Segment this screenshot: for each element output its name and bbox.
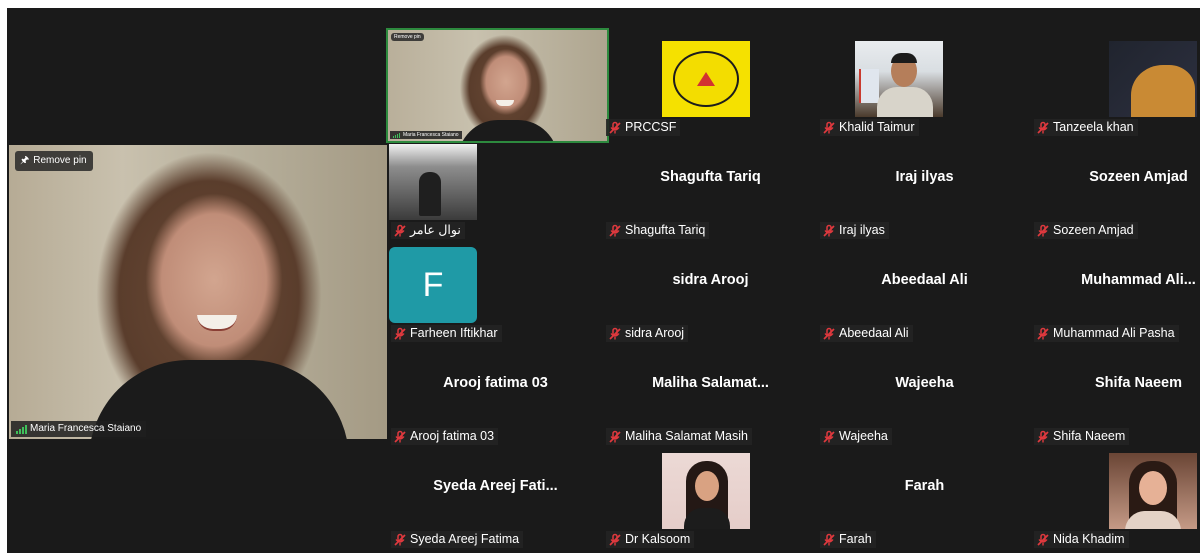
participant-tile[interactable]: Abeedaal Ali Abeedaal Ali: [818, 234, 1031, 342]
mic-muted-icon: [393, 533, 407, 547]
participant-display-name: Iraj ilyas: [895, 169, 954, 185]
participant-tile[interactable]: sidra Arooj sidra Arooj: [604, 234, 817, 342]
participant-tile[interactable]: Sozeen Amjad Sozeen Amjad: [1032, 131, 1200, 239]
pinned-video[interactable]: 🖈 Remove pin Maria Francesca Staiano: [9, 145, 387, 439]
participant-name-tag: Nida Khadim: [1034, 531, 1129, 548]
participant-tile[interactable]: Wajeeha Wajeeha: [818, 337, 1031, 445]
participant-tile[interactable]: Shifa Naeem Shifa Naeem: [1032, 337, 1200, 445]
speaker-smile: [496, 100, 514, 106]
speaker-smile: [197, 315, 237, 331]
participant-display-name: Maliha Salamat...: [652, 375, 769, 391]
participant-name: Farah: [839, 532, 872, 546]
participant-display-name: Farah: [904, 478, 945, 494]
participant-video: [662, 41, 750, 117]
participant-tile[interactable]: Maliha Salamat... Maliha Salamat Masih: [604, 337, 817, 445]
participant-video: [1109, 453, 1197, 529]
participant-tile[interactable]: F Farheen Iftikhar: [389, 234, 602, 342]
remove-pin-button[interactable]: Remove pin: [391, 33, 424, 41]
participant-video: [1109, 41, 1197, 117]
participant-tile[interactable]: نوال عامر: [389, 131, 602, 239]
participant-display-name: Sozeen Amjad: [1089, 169, 1188, 185]
participant-tile[interactable]: PRCCSF: [604, 28, 817, 136]
participant-display-name: Syeda Areej Fati...: [433, 478, 558, 494]
participant-tile[interactable]: Nida Khadim: [1032, 440, 1200, 548]
speaker-name: Maria Francesca Staiano: [30, 423, 142, 434]
participant-name: Syeda Areej Fatima: [410, 532, 520, 546]
participant-name-tag: Dr Kalsoom: [606, 531, 695, 548]
participant-name-tag: Farah: [820, 531, 876, 548]
remove-pin-label: Remove pin: [33, 155, 87, 166]
signal-strength-icon: [16, 424, 27, 434]
speaker-name-tag: Maria Francesca Staiano: [11, 421, 147, 437]
participant-video: [855, 41, 943, 117]
participant-tile[interactable]: Syeda Areej Fati... Syeda Areej Fatima: [389, 440, 602, 548]
participant-tile[interactable]: Muhammad Ali... Muhammad Ali Pasha: [1032, 234, 1200, 342]
participant-tile[interactable]: Dr Kalsoom: [604, 440, 817, 548]
participant-display-name: Wajeeha: [895, 375, 954, 391]
participant-name: Dr Kalsoom: [625, 532, 691, 546]
participant-tile[interactable]: Farah Farah: [818, 440, 1031, 548]
mic-muted-icon: [608, 533, 622, 547]
meeting-window: 🖈 Remove pin Maria Francesca Staiano Rem…: [7, 8, 1200, 553]
participant-tile[interactable]: Tanzeela khan: [1032, 28, 1200, 136]
participant-avatar: F: [389, 247, 477, 323]
participant-display-name: Shagufta Tariq: [660, 169, 761, 185]
remove-pin-label: Remove pin: [394, 34, 421, 40]
mic-muted-icon: [1036, 533, 1050, 547]
participant-tile[interactable]: Khalid Taimur: [818, 28, 1031, 136]
participant-tile[interactable]: Iraj ilyas Iraj ilyas: [818, 131, 1031, 239]
participant-name-tag: Syeda Areej Fatima: [391, 531, 524, 548]
participant-video: [389, 144, 477, 220]
participant-display-name: Arooj fatima 03: [443, 375, 548, 391]
mic-muted-icon: [822, 533, 836, 547]
participant-display-name: sidra Arooj: [672, 272, 749, 288]
participant-video: [662, 453, 750, 529]
participant-name: Nida Khadim: [1053, 532, 1125, 546]
active-speaker-video[interactable]: Remove pin Maria Francesca Staiano: [386, 28, 609, 143]
avatar-letter: F: [422, 265, 444, 304]
participant-tile[interactable]: Arooj fatima 03 Arooj fatima 03: [389, 337, 602, 445]
participant-display-name: Shifa Naeem: [1094, 375, 1183, 391]
logo-emblem: [673, 51, 739, 107]
pin-icon: 🖈: [20, 155, 30, 166]
participant-display-name: Muhammad Ali...: [1081, 272, 1196, 288]
remove-pin-button[interactable]: 🖈 Remove pin: [15, 151, 93, 171]
participant-display-name: Abeedaal Ali: [881, 272, 968, 288]
participant-tile[interactable]: Shagufta Tariq Shagufta Tariq: [604, 131, 817, 239]
